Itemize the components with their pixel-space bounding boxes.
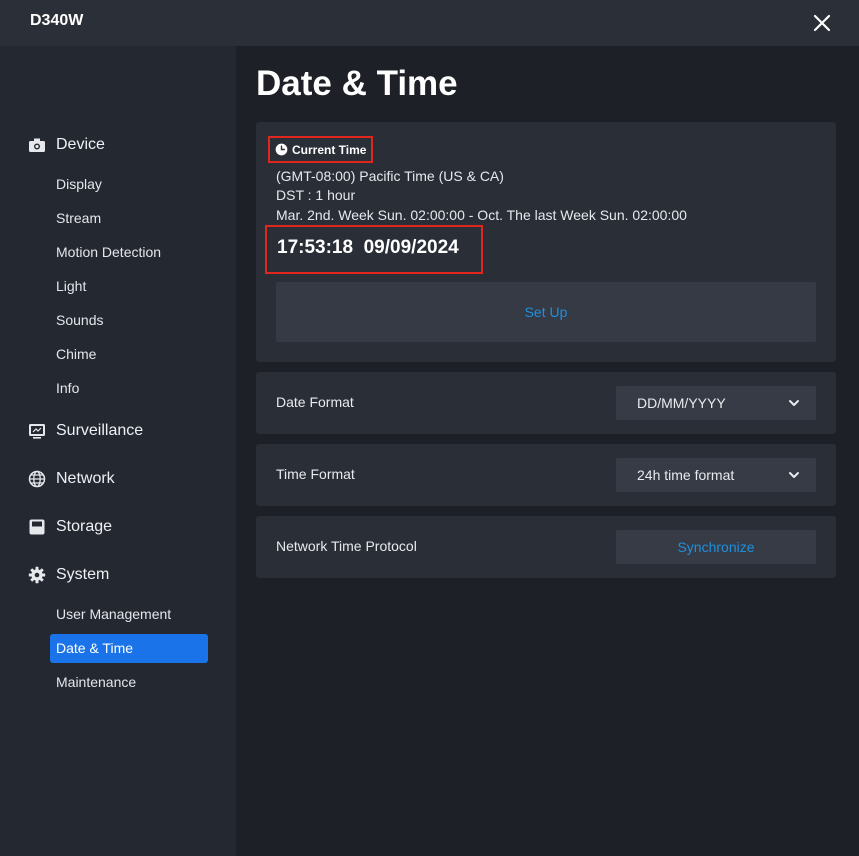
title-bar: D340W	[0, 0, 859, 46]
sidebar-item-sounds[interactable]: Sounds	[50, 306, 208, 335]
sidebar-group-label: Storage	[56, 518, 113, 535]
sidebar-item-chime[interactable]: Chime	[50, 340, 208, 369]
synchronize-button[interactable]: Synchronize	[616, 530, 816, 564]
sidebar-group-label: Surveillance	[56, 422, 144, 439]
close-icon	[813, 14, 831, 32]
clock-icon	[275, 143, 288, 156]
gear-icon	[28, 566, 46, 584]
time-format-value: 24h time format	[637, 467, 735, 483]
current-time-label: Current Time	[292, 142, 367, 157]
sidebar-group-storage[interactable]: Storage	[28, 514, 112, 540]
time-format-select[interactable]: 24h time format	[616, 458, 816, 492]
sidebar-group-device[interactable]: Device	[28, 132, 105, 158]
sidebar-item-light[interactable]: Light	[50, 272, 208, 301]
current-time-card: Current Time (GMT-08:00) Pacific Time (U…	[256, 122, 836, 362]
time-format-row: Time Format 24h time format	[256, 444, 836, 506]
current-time-header: Current Time	[268, 136, 373, 163]
sidebar-item-motion-detection[interactable]: Motion Detection	[50, 238, 208, 267]
dst-rule-text: Mar. 2nd. Week Sun. 02:00:00 - Oct. The …	[276, 207, 687, 223]
sidebar: Device Display Stream Motion Detection L…	[0, 46, 236, 856]
sidebar-group-surveillance[interactable]: Surveillance	[28, 418, 143, 444]
main-content: Date & Time Current Time (GMT-08:00) Pac…	[236, 46, 859, 856]
time-format-label: Time Format	[276, 466, 355, 482]
page-title: Date & Time	[256, 64, 458, 103]
globe-icon	[28, 470, 46, 488]
sidebar-item-stream[interactable]: Stream	[50, 204, 208, 233]
ntp-label: Network Time Protocol	[276, 538, 417, 554]
sidebar-item-info[interactable]: Info	[50, 374, 208, 403]
dst-text: DST : 1 hour	[276, 187, 356, 203]
sidebar-item-display[interactable]: Display	[50, 170, 208, 199]
sidebar-group-label: Device	[56, 136, 105, 153]
sidebar-group-system[interactable]: System	[28, 562, 109, 588]
camera-icon	[28, 136, 46, 154]
sidebar-item-date-time[interactable]: Date & Time	[50, 634, 208, 663]
close-button[interactable]	[808, 9, 836, 37]
sidebar-group-label: System	[56, 566, 110, 583]
sidebar-item-user-management[interactable]: User Management	[50, 600, 208, 629]
date-format-row: Date Format DD/MM/YYYY	[256, 372, 836, 434]
timezone-text: (GMT-08:00) Pacific Time (US & CA)	[276, 168, 504, 184]
clock-highlight: 17:53:18 09/09/2024	[265, 225, 483, 274]
date-format-value: DD/MM/YYYY	[637, 395, 726, 411]
setup-button[interactable]: Set Up	[276, 282, 816, 342]
chevron-down-icon	[789, 472, 799, 478]
chevron-down-icon	[789, 400, 799, 406]
date-format-label: Date Format	[276, 394, 354, 410]
sidebar-group-label: Network	[56, 470, 115, 487]
monitor-icon	[28, 422, 46, 440]
date-format-select[interactable]: DD/MM/YYYY	[616, 386, 816, 420]
sidebar-group-network[interactable]: Network	[28, 466, 115, 492]
app-title: D340W	[30, 12, 84, 29]
current-clock: 17:53:18 09/09/2024	[277, 237, 459, 258]
ntp-row: Network Time Protocol Synchronize	[256, 516, 836, 578]
storage-icon	[28, 518, 46, 536]
sidebar-item-maintenance[interactable]: Maintenance	[50, 668, 208, 697]
